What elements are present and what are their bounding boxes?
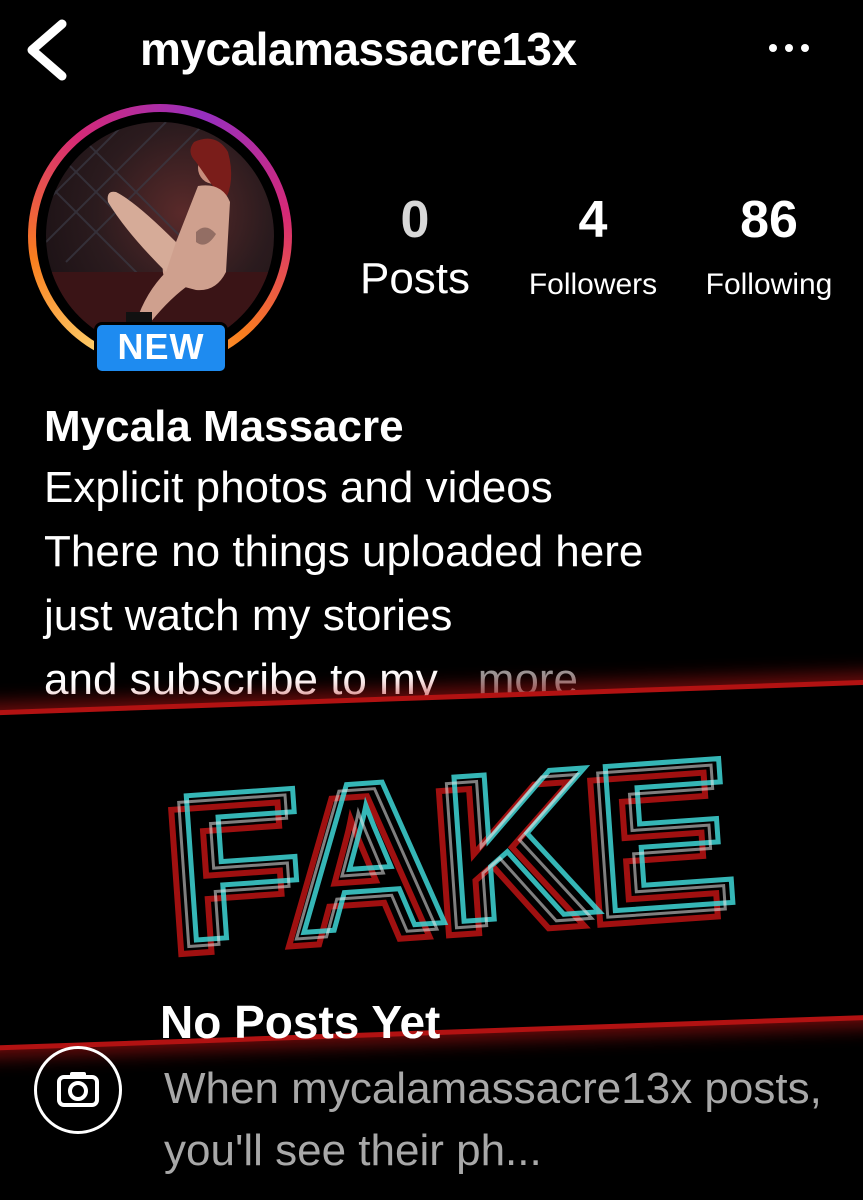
bio-line: There no things uploaded here bbox=[44, 527, 644, 576]
more-options-button[interactable] bbox=[764, 28, 814, 68]
profile-username: mycalamassacre13x bbox=[140, 23, 577, 75]
avatar-photo bbox=[46, 122, 274, 350]
posts-count: 0 bbox=[400, 191, 430, 249]
profile-bio: Mycala Massacre Explicit photos and vide… bbox=[44, 398, 844, 712]
profile-avatar[interactable]: NEW bbox=[28, 104, 292, 374]
display-name: Mycala Massacre bbox=[44, 402, 404, 451]
following-label: Following bbox=[705, 268, 833, 301]
no-posts-description: When mycalamassacre13x posts, you'll see… bbox=[164, 1064, 822, 1175]
following-stat[interactable]: 86 Following bbox=[684, 190, 854, 302]
posts-label: Posts bbox=[359, 254, 471, 303]
posts-stat: 0 Posts bbox=[340, 190, 490, 304]
back-button[interactable] bbox=[18, 18, 78, 82]
chevron-left-icon bbox=[27, 19, 67, 81]
more-horizontal-icon bbox=[769, 44, 809, 52]
fake-stamp-white: FAKE bbox=[162, 719, 737, 990]
top-bar: mycalamassacre13x bbox=[0, 0, 863, 100]
bio-line: Explicit photos and videos bbox=[44, 463, 553, 512]
followers-count: 4 bbox=[578, 191, 608, 249]
new-badge: NEW bbox=[94, 322, 228, 374]
followers-stat[interactable]: 4 Followers bbox=[508, 190, 678, 302]
fake-stamp: FAKE FAKE FAKE bbox=[151, 710, 747, 990]
camera-icon bbox=[57, 1072, 99, 1107]
camera-button[interactable] bbox=[34, 1046, 122, 1134]
followers-label: Followers bbox=[528, 268, 658, 301]
no-posts-title: No Posts Yet bbox=[160, 996, 441, 1048]
following-count: 86 bbox=[740, 191, 798, 249]
bio-line: just watch my stories bbox=[44, 591, 453, 640]
